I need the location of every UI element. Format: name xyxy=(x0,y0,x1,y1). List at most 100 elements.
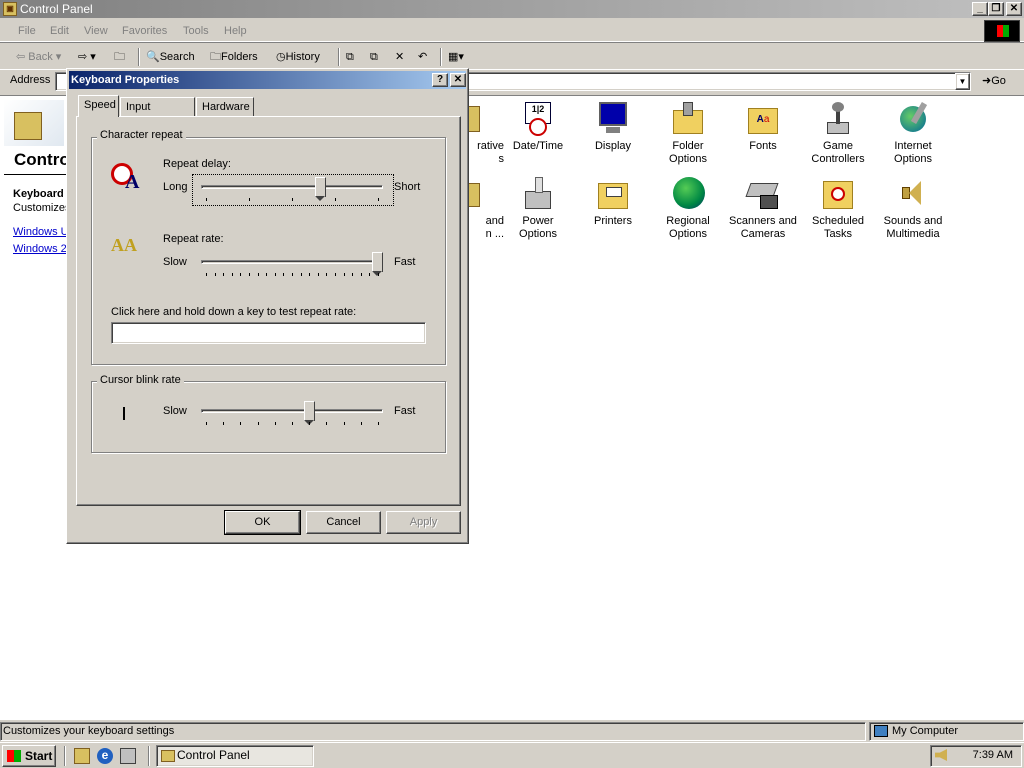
speaker-icon xyxy=(896,177,930,211)
slider-tick xyxy=(335,198,336,201)
restore-button[interactable]: ❐ xyxy=(988,2,1004,16)
fonts-item[interactable]: Aa Fonts xyxy=(727,102,799,153)
power-plug-icon xyxy=(521,177,555,211)
tab-hardware[interactable]: Hardware xyxy=(196,97,254,117)
control-panel-icon[interactable]: ▣ xyxy=(3,2,17,16)
menu-favorites[interactable]: Favorites xyxy=(122,25,167,37)
close-button[interactable]: ✕ xyxy=(1006,2,1022,16)
repeat-rate-thumb[interactable] xyxy=(372,252,383,276)
display-label: Display xyxy=(594,140,632,152)
repeat-delay-slider[interactable] xyxy=(192,174,394,206)
back-button[interactable]: ⇦ Back ▾ xyxy=(16,48,61,66)
dialog-title-bar: Keyboard Properties ? ✕ xyxy=(69,71,466,89)
repeat-delay-long-label: Long xyxy=(163,181,188,193)
tab-input-locales[interactable]: Input Locales xyxy=(120,97,195,131)
slider-tick xyxy=(378,198,379,201)
scheduled-tasks-item[interactable]: Scheduled Tasks xyxy=(802,177,874,241)
cursor-blink-slider[interactable] xyxy=(193,399,393,429)
test-repeat-input[interactable] xyxy=(111,322,426,344)
clock[interactable]: 7:39 AM xyxy=(973,749,1013,761)
slider-tick xyxy=(283,273,285,276)
cursor-blink-ticks xyxy=(193,422,393,426)
cancel-button[interactable]: Cancel xyxy=(306,511,381,534)
menu-help[interactable]: Help xyxy=(224,25,247,37)
search-button[interactable]: 🔍Search xyxy=(146,48,195,66)
ok-button[interactable]: OK xyxy=(224,510,301,535)
sidebar-heading: Keyboard xyxy=(13,188,64,200)
repeat-delay-track xyxy=(201,185,383,189)
toolbar-separator xyxy=(440,48,442,66)
taskbar-control-panel-button[interactable]: Control Panel xyxy=(156,745,314,767)
sidebar-link-windows-update[interactable]: Windows U xyxy=(13,226,69,238)
status-zone-label: My Computer xyxy=(892,725,959,737)
move-to-button[interactable]: ⧉ xyxy=(346,48,354,66)
power-options-item[interactable]: Power Options xyxy=(502,177,574,241)
slider-tick xyxy=(309,273,311,276)
cursor-blink-fast-label: Fast xyxy=(394,405,416,417)
go-button[interactable]: ➜Go xyxy=(982,74,1006,87)
volume-icon[interactable] xyxy=(935,749,947,761)
scanners-cameras-item[interactable]: Scanners and Cameras xyxy=(721,177,805,241)
undo-icon: ↶ xyxy=(418,51,428,63)
menu-tools[interactable]: Tools xyxy=(183,25,209,37)
printers-item[interactable]: Printers xyxy=(577,177,649,228)
test-repeat-label: Click here and hold down a key to test r… xyxy=(111,306,357,318)
folders-button[interactable]: 🗀Folders xyxy=(210,48,258,66)
power-options-label: Power Options xyxy=(519,215,557,240)
copy-to-button[interactable]: ⧉ xyxy=(370,48,378,66)
dialog-close-button[interactable]: ✕ xyxy=(450,73,466,87)
regional-options-item[interactable]: Regional Options xyxy=(652,177,724,241)
internet-explorer-icon[interactable]: e xyxy=(97,748,113,764)
display-item[interactable]: Display xyxy=(577,102,649,153)
search-label: Search xyxy=(159,51,195,63)
slider-tick xyxy=(317,273,319,276)
forward-button[interactable]: ⇨ ▾ xyxy=(78,48,96,66)
go-arrow-icon: ➜ xyxy=(982,75,992,87)
control-panel-banner-icon xyxy=(4,100,64,146)
datetime-item[interactable]: 1|2 Date/Time xyxy=(502,102,574,153)
copy-to-icon: ⧉ xyxy=(370,51,378,63)
game-controllers-label: Game Controllers xyxy=(811,140,865,165)
delete-button[interactable]: ✕ xyxy=(395,48,404,66)
start-button[interactable]: Start xyxy=(2,745,56,767)
show-desktop-icon[interactable] xyxy=(74,748,90,764)
history-button[interactable]: ◷History xyxy=(276,48,320,66)
display-monitor-icon xyxy=(596,102,630,136)
undo-button[interactable]: ↶ xyxy=(418,48,427,66)
cursor-blink-thumb[interactable] xyxy=(303,401,315,425)
slider-tick xyxy=(378,422,379,425)
repeat-delay-thumb[interactable] xyxy=(315,177,327,201)
help-button[interactable]: ? xyxy=(432,73,448,87)
outlook-express-icon[interactable] xyxy=(120,748,136,764)
minimize-button[interactable]: _ xyxy=(972,2,988,16)
admin-tools-label: rative s xyxy=(477,140,504,165)
printers-label: Printers xyxy=(594,215,632,227)
folder-options-item[interactable]: Folder Options xyxy=(652,102,724,166)
tab-speed[interactable]: Speed xyxy=(78,95,119,117)
fonts-folder-icon: Aa xyxy=(746,102,780,136)
slider-tick xyxy=(335,273,336,276)
slider-tick xyxy=(240,422,242,425)
repeat-rate-slider[interactable] xyxy=(193,250,393,280)
menu-edit[interactable]: Edit xyxy=(50,25,69,37)
sounds-multimedia-item[interactable]: Sounds and Multimedia xyxy=(873,177,953,241)
internet-options-item[interactable]: Internet Options xyxy=(877,101,949,166)
sidebar-link-windows-2000[interactable]: Windows 2 xyxy=(13,243,67,255)
repeat-rate-label: Repeat rate: xyxy=(163,233,224,245)
address-dropdown-button[interactable]: ▼ xyxy=(955,73,970,90)
views-button[interactable]: ▦▾ xyxy=(448,48,464,66)
slider-tick xyxy=(378,273,379,276)
apply-button[interactable]: Apply xyxy=(386,511,461,534)
internet-options-label: Internet Options xyxy=(894,140,932,165)
menu-file[interactable]: File xyxy=(18,25,36,37)
windows-flag-icon xyxy=(7,750,21,762)
repeat-rate-icon: AA xyxy=(111,235,137,255)
history-label: History xyxy=(285,51,320,63)
folders-icon: 🗀 xyxy=(210,51,221,63)
slider-tick xyxy=(309,422,311,425)
slider-tick xyxy=(300,273,302,276)
slider-tick xyxy=(266,273,268,276)
up-folder-button[interactable]: 🗀 xyxy=(114,48,125,66)
menu-view[interactable]: View xyxy=(84,25,108,37)
game-controllers-item[interactable]: Game Controllers xyxy=(802,102,874,166)
